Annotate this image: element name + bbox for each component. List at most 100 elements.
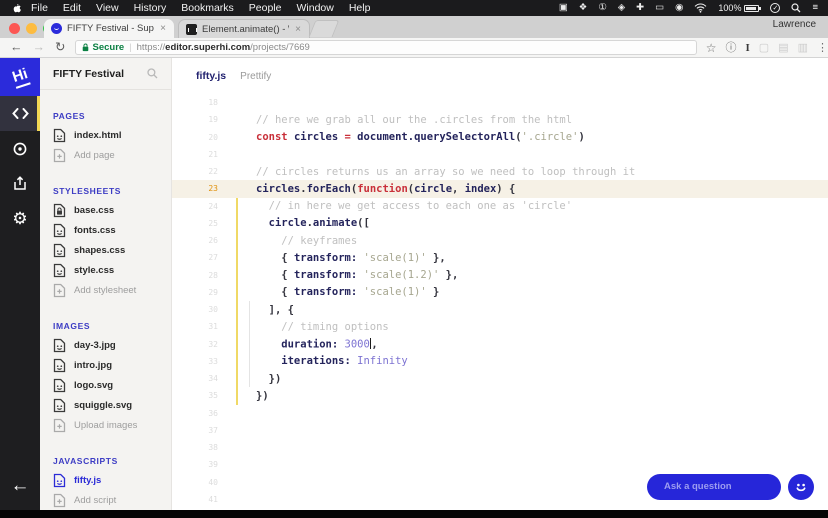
minimize-window-button[interactable] [26,23,37,34]
status-circle-icon[interactable]: ① [598,0,607,16]
extension-info-icon[interactable]: ⓘ [726,39,737,57]
back-button[interactable]: ← [10,38,23,57]
tab-close-icon[interactable]: × [159,23,167,34]
sidebar-item-add page[interactable]: Add page [53,145,158,165]
refresh-button[interactable]: ↻ [55,38,65,57]
spotlight-search-icon[interactable] [791,3,801,13]
menu-item-people[interactable]: People [249,2,282,14]
sidebar-item-style.css[interactable]: style.css [53,260,158,280]
sidebar-item-day-3.jpg[interactable]: day-3.jpg [53,335,158,355]
browser-tab[interactable]: FIFTY Festival - SuperHi × [44,19,174,38]
code-line-22[interactable]: 22 // circles returns us an array so we … [172,163,828,180]
browser-tab[interactable]: Element.animate() - Web APIs × [178,19,310,38]
code-line-25[interactable]: 25 circle.animate([ [172,215,828,232]
extension-disabled-icon[interactable]: ▥ [798,39,808,57]
forward-button[interactable]: → [33,38,46,57]
dropbox-icon[interactable]: ❖ [579,0,588,16]
sidebar-item-logo.svg[interactable]: logo.svg [53,375,158,395]
code-line-24[interactable]: 24 // in here we get access to each one … [172,198,828,215]
code-line-30[interactable]: 30 ], { [172,301,828,318]
file-label: intro.jpg [74,359,112,371]
code-line-32[interactable]: 32 duration: 3000, [172,336,828,353]
line-number: 21 [208,149,218,159]
extension-disabled-icon[interactable]: ▢ [759,39,769,57]
code-line-20[interactable]: 20 const circles = document.querySelecto… [172,129,828,146]
code-line-31[interactable]: 31 // timing options [172,318,828,335]
sidebar-item-fonts.css[interactable]: fonts.css [53,220,158,240]
sidebar-item-shapes.css[interactable]: shapes.css [53,240,158,260]
menu-item-history[interactable]: History [134,2,167,14]
code-line-29[interactable]: 29 { transform: 'scale(1)' } [172,284,828,301]
chrome-menu-icon[interactable]: ⋮ [817,39,828,57]
address-bar[interactable]: Secure | https://editor.superhi.com/proj… [75,40,697,55]
menu-item-view[interactable]: View [96,2,119,14]
ask-question-button[interactable]: Ask a question [647,474,781,500]
code-line-34[interactable]: 34 }) [172,370,828,387]
code-line-37[interactable]: 37 [172,422,828,439]
sidebar-section-pages: PAGES index.html Add page [53,111,158,165]
code-line-18[interactable]: 18 [172,94,828,111]
battery-indicator[interactable]: 100% [718,3,762,13]
code-view-button[interactable] [0,96,40,131]
code-line-28[interactable]: 28 { transform: 'scale(1.2)' }, [172,267,828,284]
droplet-icon[interactable]: ◈ [618,0,625,16]
sidebar-item-squiggle.svg[interactable]: squiggle.svg [53,395,158,415]
line-number: 22 [208,167,218,177]
line-number: 37 [208,425,218,435]
extension-disabled-icon[interactable]: ▤ [778,39,788,57]
menu-item-bookmarks[interactable]: Bookmarks [181,2,234,14]
menu-item-window[interactable]: Window [296,2,333,14]
sidebar-item-index.html[interactable]: index.html [53,125,158,145]
prettify-button[interactable]: Prettify [240,71,271,82]
code-line-19[interactable]: 19 // here we grab all our the .circles … [172,111,828,128]
code-line-26[interactable]: 26 // keyframes [172,232,828,249]
code-line-27[interactable]: 27 { transform: 'scale(1)' }, [172,249,828,266]
menu-item-help[interactable]: Help [349,2,371,14]
screen-share-icon[interactable]: ▣ [559,0,568,16]
file-label: logo.svg [74,379,114,391]
code-pane[interactable]: 18 19 // here we grab all our the .circl… [172,94,828,510]
secure-badge[interactable]: Secure [82,42,124,53]
code-line-21[interactable]: 21 [172,146,828,163]
code-editor: fifty.js Prettify 18 19 // here we grab … [172,58,828,510]
notification-center-icon[interactable]: ≡ [812,0,818,16]
search-icon[interactable] [147,68,158,79]
code-line-36[interactable]: 36 [172,405,828,422]
sidebar-item-fifty.js[interactable]: fifty.js [53,470,158,490]
sidebar-item-upload images[interactable]: Upload images [53,415,158,435]
code-line-23[interactable]: 23 circles.forEach(function(circle, inde… [172,180,828,198]
close-window-button[interactable] [9,23,20,34]
browser-toolbar: ← → ↻ Secure | https://editor.superhi.co… [0,38,828,58]
line-number: 19 [208,115,218,125]
chrome-profile-name[interactable]: Lawrence [773,19,816,30]
share-upload-button[interactable] [0,166,40,201]
sidebar-item-base.css[interactable]: base.css [53,200,158,220]
back-to-dashboard-button[interactable]: ← [0,468,40,504]
editor-file-tab[interactable]: fifty.js [196,70,226,82]
tab-close-icon[interactable]: × [294,24,302,35]
code-line-39[interactable]: 39 [172,456,828,473]
tab-title: Element.animate() - Web APIs [202,23,289,35]
project-header: FIFTY Festival [40,58,171,90]
sidebar-item-intro.jpg[interactable]: intro.jpg [53,355,158,375]
window-icon[interactable]: ▭ [655,0,664,16]
plus-icon[interactable]: ✚ [636,0,644,16]
code-line-35[interactable]: 35 }) [172,387,828,404]
menu-item-edit[interactable]: Edit [63,2,81,14]
help-smiley-button[interactable] [788,474,814,500]
bookmark-star-icon[interactable]: ☆ [706,39,717,57]
sidebar-item-add stylesheet[interactable]: Add stylesheet [53,280,158,300]
wifi-icon[interactable] [694,3,707,13]
check-circle-icon[interactable]: ✓ [770,3,781,13]
sidebar-item-add script[interactable]: Add script [53,490,158,510]
code-line-38[interactable]: 38 [172,439,828,456]
superhi-logo[interactable]: Hi [0,58,40,96]
extension-pipe-icon[interactable]: I [746,39,750,57]
preview-button[interactable] [0,131,40,166]
new-tab-button[interactable] [308,20,340,37]
record-icon[interactable]: ◉ [675,0,683,16]
apple-menu-icon[interactable] [12,3,21,14]
code-line-33[interactable]: 33 iterations: Infinity [172,353,828,370]
settings-button[interactable]: ⚙ [0,201,40,236]
menu-item-file[interactable]: File [31,2,48,14]
